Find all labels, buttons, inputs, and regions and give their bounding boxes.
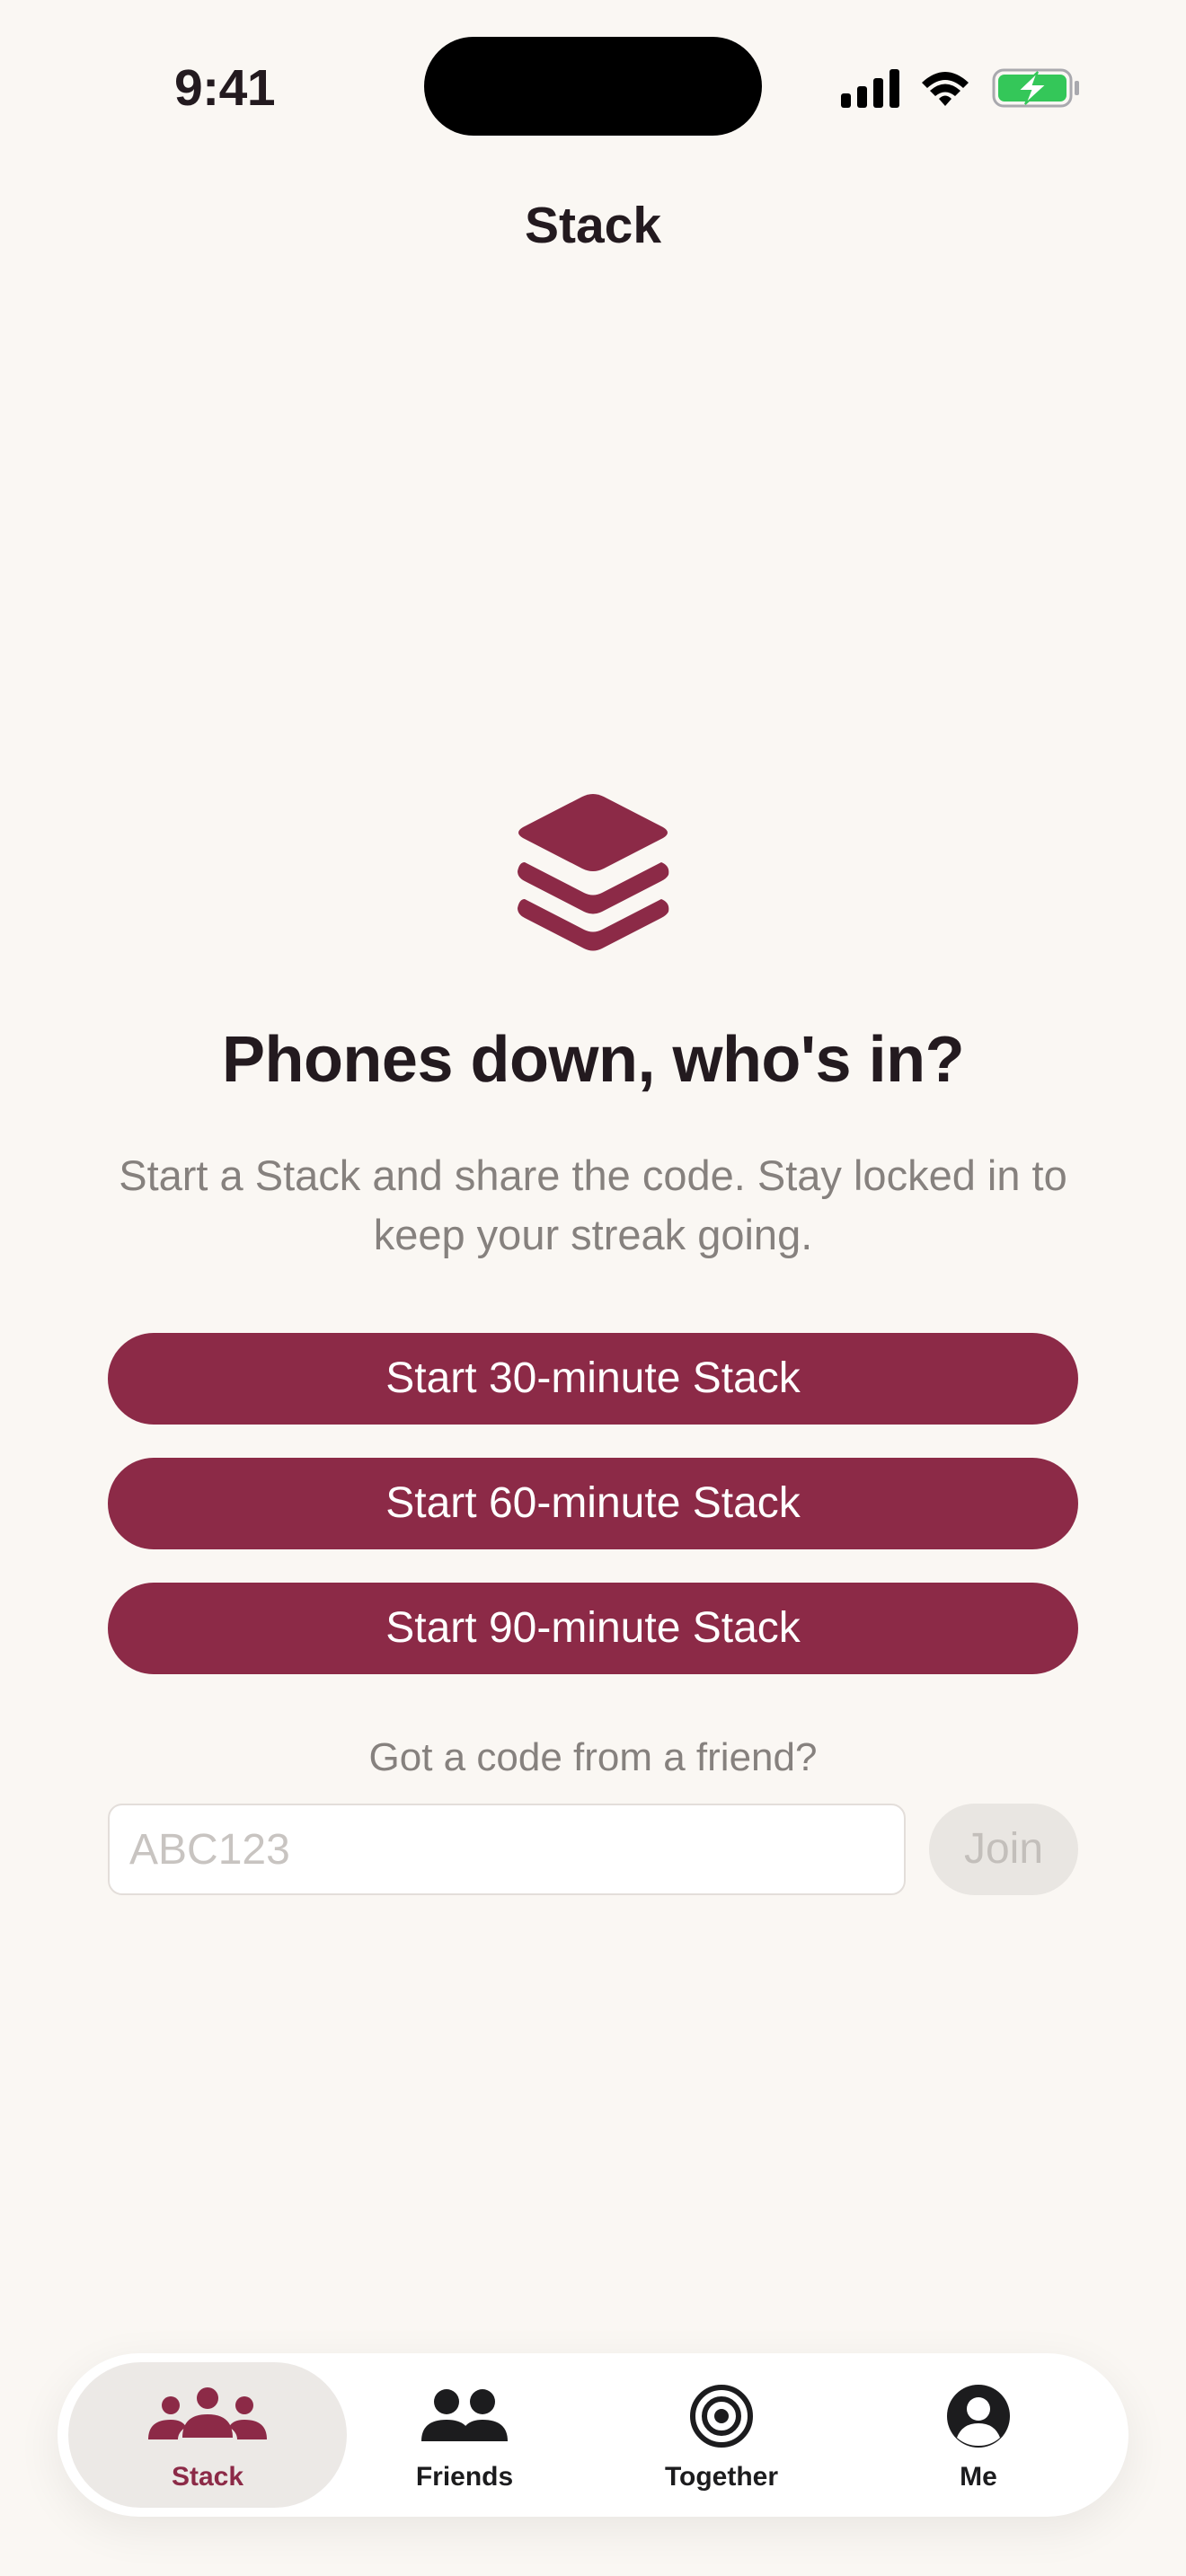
tab-label: Friends [415,2462,514,2492]
page-title: Stack [524,197,662,254]
battery-charging-icon [992,68,1079,108]
group-icon [68,2382,347,2450]
start-90-minute-stack-button[interactable]: Start 90-minute Stack [108,1583,1078,1674]
code-input[interactable] [108,1804,906,1895]
join-button[interactable]: Join [929,1804,1078,1895]
target-icon [582,2382,861,2450]
tab-label: Together [664,2462,779,2492]
tab-together[interactable]: Together [582,2362,861,2508]
tab-bar: Stack Friends Together Me [58,2353,1128,2517]
stack-layers-icon [512,790,674,961]
tab-friends[interactable]: Friends [325,2362,604,2508]
two-people-icon [325,2382,604,2450]
wifi-icon [922,72,969,106]
tab-stack[interactable]: Stack [68,2362,347,2508]
profile-icon [839,2382,1118,2450]
start-30-minute-stack-button[interactable]: Start 30-minute Stack [108,1333,1078,1425]
tab-me[interactable]: Me [839,2362,1118,2508]
dynamic-island [424,37,762,136]
status-time: 9:41 [173,59,276,117]
cellular-signal-icon [841,69,899,108]
status-icons [839,63,1082,113]
tab-label: Stack [171,2462,244,2492]
headline: Phones down, who's in? [221,1024,965,1096]
tab-label: Me [960,2462,997,2492]
subtitle: Start a Stack and share the code. Stay l… [119,1151,1067,1258]
code-prompt: Got a code from a friend? [368,1735,818,1779]
start-60-minute-stack-button[interactable]: Start 60-minute Stack [108,1458,1078,1549]
